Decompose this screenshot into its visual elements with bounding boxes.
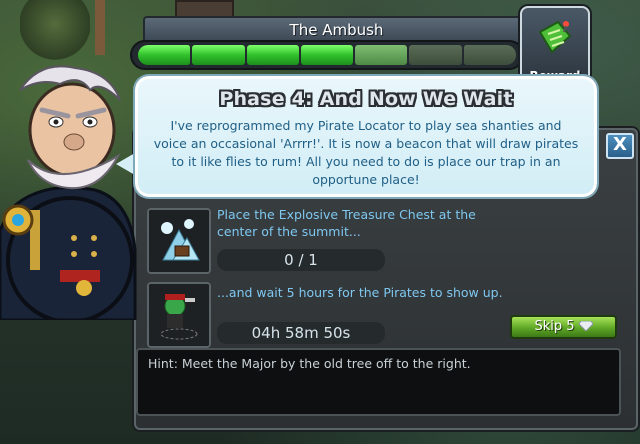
task-1-counter: 0 / 1 bbox=[217, 249, 385, 271]
circuit-board-icon bbox=[538, 20, 572, 54]
treasure-chest-icon bbox=[147, 208, 211, 274]
progress-segment bbox=[355, 45, 408, 65]
phase-title: Phase 4: And Now We Wait bbox=[219, 88, 513, 110]
hint-text: Hint: Meet the Major by the old tree off… bbox=[148, 356, 471, 371]
progress-segment bbox=[463, 45, 516, 65]
progress-segment bbox=[300, 45, 354, 65]
progress-segment bbox=[246, 45, 299, 65]
progress-segment bbox=[409, 45, 462, 65]
task-2-timer: 04h 58m 50s bbox=[217, 322, 385, 344]
background-tree bbox=[20, 0, 90, 60]
hint-box: Hint: Meet the Major by the old tree off… bbox=[136, 348, 621, 416]
task-1-text: Place the Explosive Treasure Chest at th… bbox=[217, 207, 476, 239]
gem-icon bbox=[578, 321, 593, 331]
speech-bubble: Phase 4: And Now We Wait I've reprogramm… bbox=[135, 76, 597, 197]
progress-segment bbox=[192, 45, 245, 65]
quest-progress-bar bbox=[130, 40, 524, 70]
task-2-text: ...and wait 5 hours for the Pirates to s… bbox=[217, 285, 503, 300]
pirate-icon bbox=[147, 282, 211, 348]
scientist-character-portrait bbox=[0, 65, 137, 320]
background-post bbox=[95, 0, 105, 55]
phase-description: I've reprogrammed my Pirate Locator to p… bbox=[153, 118, 579, 187]
skip-label: Skip 5 bbox=[534, 319, 575, 334]
skip-button[interactable]: Skip 5 bbox=[510, 315, 617, 339]
close-button[interactable]: X bbox=[606, 133, 634, 159]
